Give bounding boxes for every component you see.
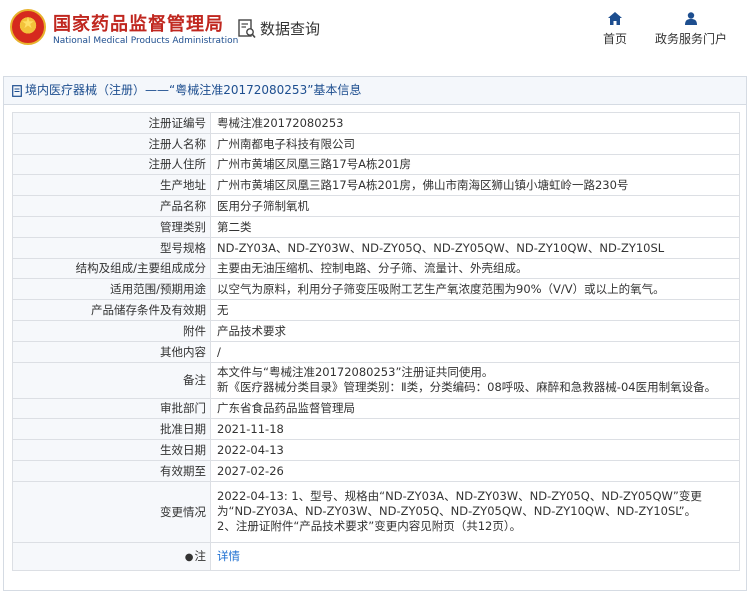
table-row: 适用范围/预期用途 以空气为原料，利用分子筛变压吸附工艺生产氧浓度范围为90%（V… (12, 278, 740, 301)
table-row: 管理类别 第二类 (12, 215, 740, 238)
field-label: 适用范围/预期用途 (12, 278, 211, 301)
field-value: 广州南都电子科技有限公司 (210, 132, 740, 155)
field-label: 产品名称 (12, 195, 211, 217)
pin-icon: ● (184, 552, 194, 564)
table-row: 备注 本文件与“粤械注准20172080253”注册证共同使用。 新《医疗器械分类… (12, 361, 740, 399)
table-row: 生产地址 广州市黄埔区凤凰三路17号A栋201房，佛山市南海区狮山镇小塘虹岭一路2… (12, 174, 740, 197)
home-icon (608, 12, 622, 25)
field-label: 型号规格 (12, 236, 211, 259)
field-label: 附件 (12, 319, 211, 342)
site-subtitle[interactable]: National Medical Products Administration (53, 36, 238, 46)
breadcrumb: 境内医疗器械（注册）——“粤械注准20172080253”基本信息 (4, 77, 746, 105)
field-value: 以空气为原料，利用分子筛变压吸附工艺生产氧浓度范围为90%（V/V）或以上的氧气… (210, 278, 740, 301)
table-row: 附件 产品技术要求 (12, 319, 740, 342)
field-value: 粤械注准20172080253 (210, 112, 740, 134)
field-value: ND-ZY03A、ND-ZY03W、ND-ZY05Q、ND-ZY05QW、ND-… (210, 236, 740, 259)
field-label: 生产地址 (12, 174, 211, 197)
field-label: 变更情况 (12, 480, 211, 543)
national-emblem-icon (10, 9, 46, 45)
table-row: 有效期至 2027-02-26 (12, 459, 740, 482)
detail-table: 注册证编号 粤械注准20172080253 注册人名称 广州南都电子科技有限公司 注册人… (12, 112, 740, 571)
data-query-link[interactable]: 数据查询 (238, 18, 320, 39)
field-value: 本文件与“粤械注准20172080253”注册证共同使用。 新《医疗器械分类目录… (210, 361, 740, 399)
field-label: 注册人名称 (12, 132, 211, 155)
note-value: 详情 (210, 541, 740, 571)
field-value: 无 (210, 299, 740, 321)
document-search-icon (238, 18, 256, 38)
user-icon (685, 12, 697, 25)
field-value: 产品技术要求 (210, 319, 740, 342)
table-row: 其他内容 / (12, 340, 740, 363)
site-title[interactable]: 国家药品监督管理局 (53, 10, 224, 36)
note-label: ●注 (12, 541, 211, 571)
table-row: 批准日期 2021-11-18 (12, 418, 740, 441)
field-value: 广州市黄埔区凤凰三路17号A栋201房，佛山市南海区狮山镇小塘虹岭一路230号 (210, 174, 740, 197)
table-row: 型号规格 ND-ZY03A、ND-ZY03W、ND-ZY05Q、ND-ZY05QW… (12, 236, 740, 259)
field-value: 2022-04-13 (210, 439, 740, 461)
table-row: 生效日期 2022-04-13 (12, 439, 740, 461)
field-label: 管理类别 (12, 215, 211, 238)
table-row: 产品储存条件及有效期无 (12, 299, 740, 321)
field-value: 2021-11-18 (210, 418, 740, 441)
table-row: 注册证编号 粤械注准20172080253 (12, 112, 740, 134)
field-label: 生效日期 (12, 439, 211, 461)
field-label: 其他内容 (12, 340, 211, 363)
field-label: 备注 (12, 361, 211, 399)
table-row: 产品名称 医用分子筛制氧机 (12, 195, 740, 217)
detail-panel: 境内医疗器械（注册）——“粤械注准20172080253”基本信息 注册证编号粤… (3, 76, 747, 591)
field-value: 2027-02-26 (210, 459, 740, 482)
details-link[interactable]: 详情 (217, 549, 240, 563)
field-label: 结构及组成/主要组成成分 (12, 257, 211, 280)
table-row: 审批部门 广东省食品药品监督管理局 (12, 397, 740, 420)
field-value: 2022-04-13: 1、型号、规格由“ND-ZY03A、ND-ZY03W、N… (210, 480, 740, 543)
nav-home-label: 首页 (602, 32, 627, 46)
field-value: 医用分子筛制氧机 (210, 195, 740, 217)
nav-home[interactable]: 首页 (597, 12, 633, 47)
breadcrumb-text: 境内医疗器械（注册）——“粤械注准20172080253”基本信息 (25, 83, 362, 97)
note-row: ●注 详情 (12, 541, 740, 571)
field-value: / (210, 340, 740, 363)
document-icon (12, 84, 22, 97)
table-row: 结构及组成/主要组成成分 主要由无油压缩机、控制电路、分子筛、流量计、外壳组成。 (12, 257, 740, 280)
note-label-text: 注 (194, 549, 207, 564)
data-query-label: 数据查询 (260, 20, 321, 38)
top-bar: 国家药品监督管理局 National Medical Products Admi… (0, 0, 749, 62)
nav-government-services-label: 政务服务门户 (654, 32, 727, 46)
field-value: 广东省食品药品监督管理局 (210, 397, 740, 420)
field-label: 审批部门 (12, 397, 211, 420)
field-label: 有效期至 (12, 459, 211, 482)
table-row: 注册人住所 广州市黄埔区凤凰三路17号A栋201房 (12, 153, 740, 176)
table-row: 变更情况 2022-04-13: 1、型号、规格由“ND-ZY03A、ND-ZY0… (12, 480, 740, 543)
table-row: 注册人名称 广州南都电子科技有限公司 (12, 132, 740, 155)
field-value: 主要由无油压缩机、控制电路、分子筛、流量计、外壳组成。 (210, 257, 740, 280)
field-label: 注册人住所 (12, 153, 211, 176)
field-value: 第二类 (210, 215, 740, 238)
field-label: 注册证编号 (12, 112, 211, 134)
field-label: 产品储存条件及有效期 (12, 299, 211, 321)
nav-government-services[interactable]: 政务服务门户 (651, 12, 731, 47)
field-value: 广州市黄埔区凤凰三路17号A栋201房 (210, 153, 740, 176)
field-label: 批准日期 (12, 418, 211, 441)
